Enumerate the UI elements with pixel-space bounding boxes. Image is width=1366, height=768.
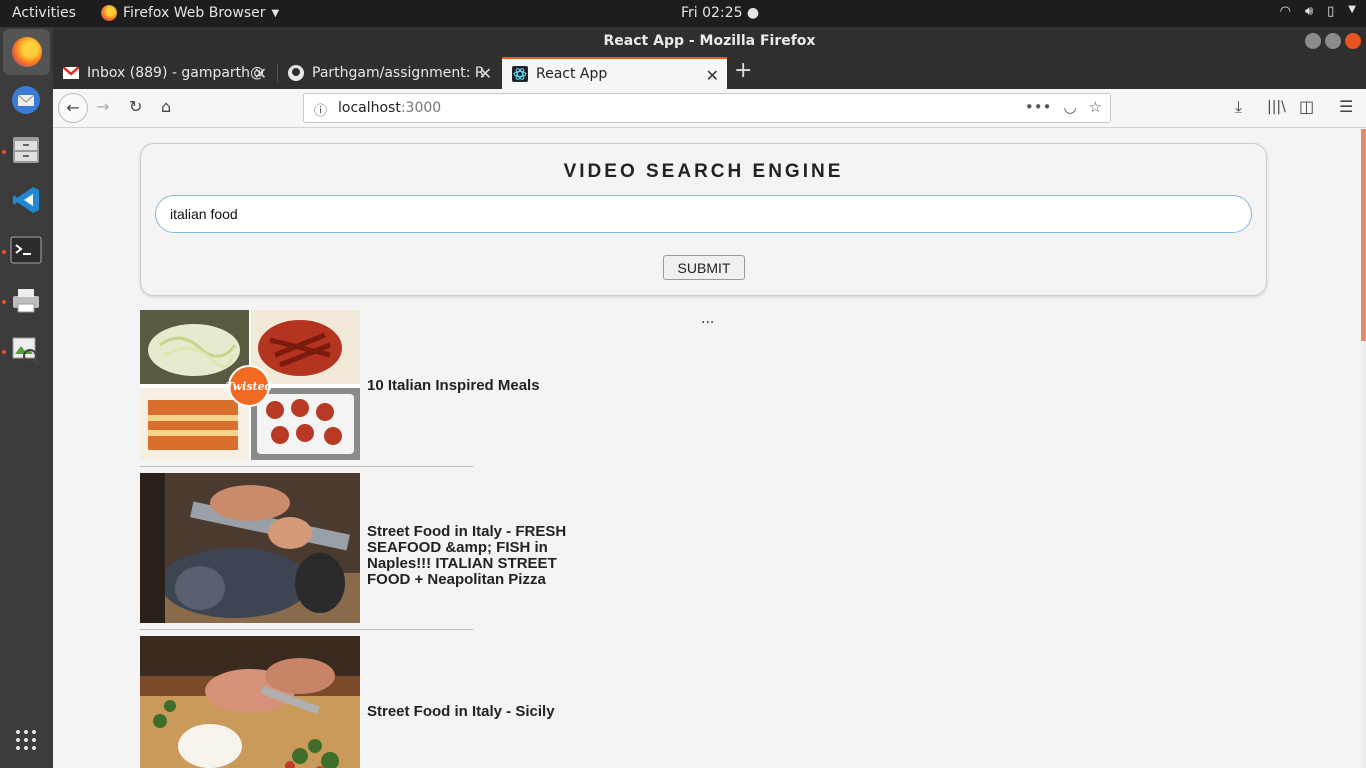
tab-github[interactable]: Parthgam/assignment: R ✕ <box>278 57 500 89</box>
forward-icon[interactable]: → <box>96 97 109 116</box>
tab-strip: Inbox (889) - gamparth@ ✕ Parthgam/assig… <box>53 55 1366 89</box>
volume-icon: 🔊︎ <box>1304 4 1314 19</box>
running-indicator <box>2 350 6 354</box>
search-input[interactable] <box>155 195 1252 233</box>
dock-printer[interactable] <box>7 281 45 319</box>
activities-button[interactable]: Activities <box>12 5 76 21</box>
system-tray[interactable]: ◠ 🔊︎ ▯ ▼ <box>1280 4 1356 19</box>
nav-toolbar: ← → ↻ ⌂ ⓘ localhost:3000 ••• ◡ ☆ ⤓ |||\ … <box>53 89 1366 128</box>
window-titlebar[interactable]: React App - Mozilla Firefox <box>53 27 1366 55</box>
video-thumbnail[interactable] <box>140 636 360 768</box>
svg-text:Twisted: Twisted <box>226 380 273 393</box>
window-title: React App - Mozilla Firefox <box>603 33 816 49</box>
scrollbar[interactable] <box>1361 129 1366 768</box>
cheese-cutting-image <box>140 636 360 768</box>
app-menu[interactable]: Firefox Web Browser ▼ <box>101 5 279 21</box>
dock <box>0 27 53 768</box>
terminal-icon <box>10 236 42 264</box>
firefox-icon <box>11 37 42 67</box>
pasta-collage-image: Twisted <box>140 310 360 460</box>
clock[interactable]: Fri 02:25 ● <box>681 5 759 21</box>
github-icon <box>288 65 304 81</box>
tab-label: Parthgam/assignment: R <box>312 65 485 81</box>
printer-icon <box>13 289 39 313</box>
page-content: VIDEO SEARCH ENGINE SUBMIT ... <box>53 129 1366 768</box>
video-title[interactable]: 10 Italian Inspired Meals <box>367 378 567 394</box>
tab-label: React App <box>536 66 608 82</box>
firefox-icon <box>101 5 117 21</box>
dock-vscode[interactable] <box>7 181 45 219</box>
battery-icon: ▯ <box>1327 4 1335 19</box>
gmail-icon <box>63 65 79 81</box>
home-icon[interactable]: ⌂ <box>161 97 171 116</box>
tab-gmail[interactable]: Inbox (889) - gamparth@ ✕ <box>53 57 275 89</box>
address-bar[interactable]: ⓘ localhost:3000 ••• ◡ ☆ <box>303 93 1111 123</box>
image-viewer-icon <box>12 337 40 366</box>
search-card: VIDEO SEARCH ENGINE SUBMIT <box>140 143 1267 296</box>
bookmark-star-icon[interactable]: ☆ <box>1089 98 1102 116</box>
tab-label: Inbox (889) - gamparth@ <box>87 65 265 81</box>
app-grid-icon <box>16 730 36 750</box>
reload-icon[interactable]: ↻ <box>129 97 142 116</box>
video-title[interactable]: Street Food in Italy - Sicily <box>367 704 567 720</box>
submit-button[interactable]: SUBMIT <box>663 255 745 280</box>
running-indicator <box>2 150 6 154</box>
loading-indicator: ... <box>701 311 715 327</box>
url-text[interactable]: localhost:3000 <box>338 100 441 116</box>
dock-thunderbird[interactable] <box>7 81 45 119</box>
video-list-item[interactable]: Street Food in Italy - Sicily <box>140 636 555 768</box>
minimize-button[interactable] <box>1305 33 1321 49</box>
dock-image-viewer[interactable] <box>7 331 45 369</box>
fish-cutting-image <box>140 473 360 623</box>
page-actions-icon[interactable]: ••• <box>1025 98 1052 116</box>
close-window-button[interactable] <box>1345 33 1361 49</box>
tab-react-app[interactable]: React App ✕ <box>502 57 727 89</box>
video-list-item[interactable]: Twisted 10 Italian Inspired Meals <box>140 310 540 467</box>
react-icon <box>512 66 528 82</box>
library-icon[interactable]: |||\ <box>1267 99 1286 115</box>
scrollbar-thumb[interactable] <box>1361 129 1366 341</box>
show-applications-button[interactable] <box>7 721 45 759</box>
new-tab-icon[interactable]: + <box>734 58 752 83</box>
back-icon[interactable]: ← <box>58 93 88 123</box>
dock-files[interactable] <box>7 131 45 169</box>
close-tab-icon[interactable]: ✕ <box>706 66 719 85</box>
thunderbird-icon <box>12 86 40 114</box>
video-thumbnail[interactable] <box>140 473 360 623</box>
video-list-item[interactable]: Street Food in Italy - FRESH SEAFOOD &am… <box>140 473 566 630</box>
app-menu-label: Firefox Web Browser <box>123 5 266 21</box>
close-tab-icon[interactable]: ✕ <box>479 64 492 83</box>
chevron-down-icon: ▼ <box>1348 4 1356 15</box>
wifi-icon: ◠ <box>1279 4 1291 19</box>
system-top-bar: Activities Firefox Web Browser ▼ Fri 02:… <box>0 0 1366 27</box>
chevron-down-icon: ▼ <box>271 7 280 19</box>
sidebar-icon[interactable]: ◫ <box>1299 97 1314 116</box>
maximize-button[interactable] <box>1325 33 1341 49</box>
downloads-icon[interactable]: ⤓ <box>1235 97 1242 117</box>
dock-firefox[interactable] <box>3 29 50 75</box>
video-title[interactable]: Street Food in Italy - FRESH SEAFOOD &am… <box>367 524 567 588</box>
pocket-icon[interactable]: ◡ <box>1063 98 1076 116</box>
running-indicator <box>2 300 6 304</box>
file-cabinet-icon <box>13 137 39 163</box>
running-indicator <box>2 250 6 254</box>
dock-terminal[interactable] <box>7 231 45 269</box>
vscode-icon <box>13 187 39 213</box>
menu-icon[interactable]: ☰ <box>1339 97 1353 116</box>
page-title: VIDEO SEARCH ENGINE <box>563 161 844 182</box>
close-tab-icon[interactable]: ✕ <box>254 64 267 83</box>
site-info-icon[interactable]: ⓘ <box>314 100 327 119</box>
video-thumbnail[interactable]: Twisted <box>140 310 360 460</box>
